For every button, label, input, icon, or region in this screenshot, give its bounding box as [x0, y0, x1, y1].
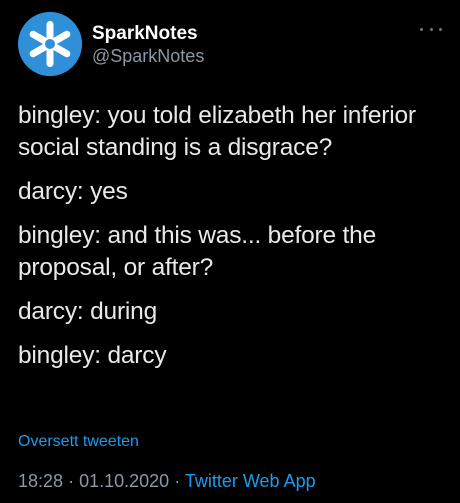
- more-icon-dot: [439, 27, 442, 31]
- tweet-time[interactable]: 18:28: [18, 471, 63, 491]
- tweet-paragraph: darcy: yes: [18, 178, 128, 205]
- meta-separator: ·: [68, 471, 75, 491]
- more-icon[interactable]: [420, 24, 442, 34]
- tweet-text: bingley: you told elizabeth her inferior…: [18, 100, 448, 384]
- avatar[interactable]: [18, 12, 82, 76]
- author-display-name[interactable]: SparkNotes: [92, 22, 204, 45]
- tweet-paragraph: bingley: darcy: [18, 342, 167, 369]
- sparknotes-logo-icon: [18, 12, 82, 76]
- translate-tweet-link[interactable]: Oversett tweeten: [18, 432, 139, 452]
- tweet-date[interactable]: 01.10.2020: [79, 471, 169, 491]
- tweet-source[interactable]: Twitter Web App: [185, 471, 316, 491]
- tweet-metadata: 18:28 · 01.10.2020 · Twitter Web App: [18, 470, 316, 492]
- meta-separator: ·: [174, 471, 181, 491]
- more-icon-dot: [429, 27, 433, 31]
- author-block: SparkNotes @SparkNotes: [92, 22, 204, 67]
- tweet-paragraph: bingley: you told elizabeth her inferior…: [18, 102, 416, 161]
- tweet-paragraph: bingley: and this was... before the prop…: [18, 222, 376, 281]
- tweet-paragraph: darcy: during: [18, 298, 158, 325]
- tweet-card: SparkNotes @SparkNotes bingley: you told…: [0, 0, 460, 503]
- more-icon-dot: [420, 27, 423, 31]
- author-handle[interactable]: @SparkNotes: [92, 45, 204, 67]
